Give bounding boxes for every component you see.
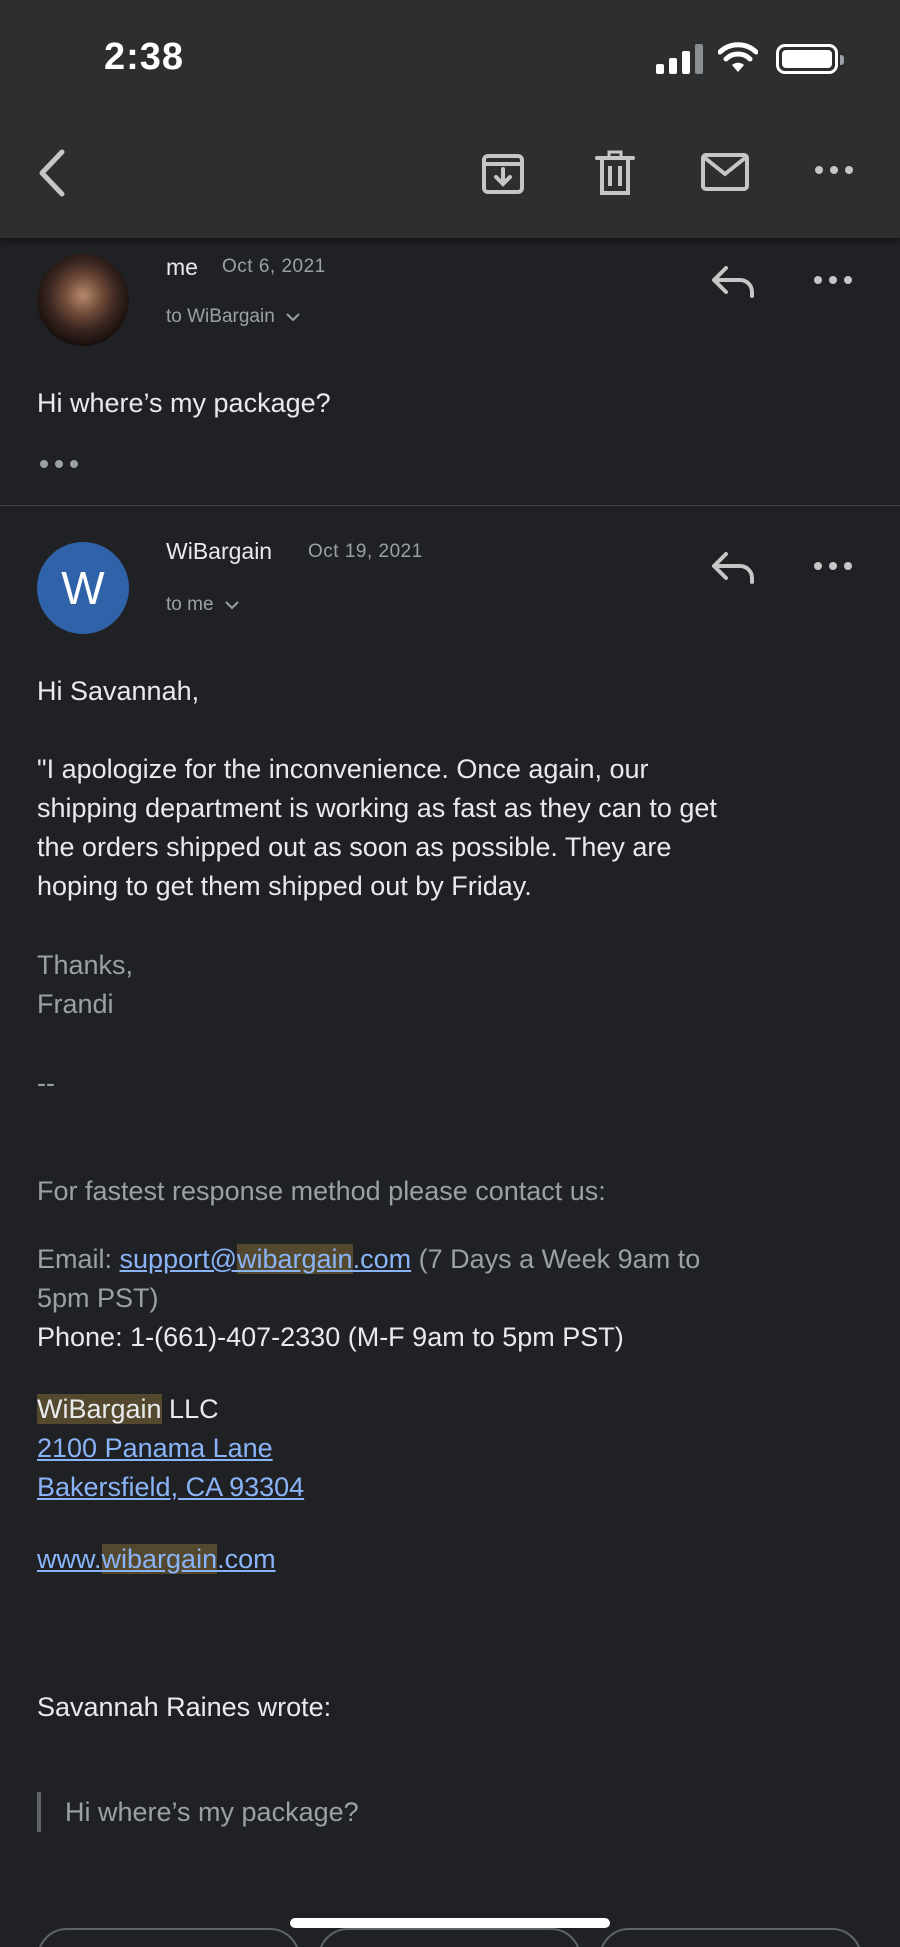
paragraph-line: shipping department is working as fast a…: [37, 793, 717, 823]
company-suffix: LLC: [161, 1394, 219, 1424]
status-time: 2:38: [104, 36, 185, 78]
paragraph-line: "I apologize for the inconvenience. Once…: [37, 754, 649, 784]
email-hours: (7 Days a Week 9am to: [411, 1244, 701, 1274]
top-app-bar: 2:38: [0, 0, 900, 238]
greeting: Hi Savannah,: [37, 676, 200, 706]
more-horizontal-icon[interactable]: [814, 276, 852, 284]
contact-block: Email: support@wibargain.com (7 Days a W…: [37, 1240, 700, 1357]
more-horizontal-icon[interactable]: [814, 562, 852, 570]
home-indicator[interactable]: [290, 1918, 610, 1928]
email-hours-cont: 5pm PST): [37, 1283, 159, 1313]
sign-off: Thanks, Frandi: [37, 946, 133, 1024]
message-date: Oct 6, 2021: [222, 256, 326, 277]
website-link[interactable]: www.wibargain.com: [37, 1544, 276, 1574]
show-trimmed-icon[interactable]: [40, 460, 78, 468]
recipient-toggle[interactable]: to me: [166, 594, 240, 616]
reply-icon[interactable]: [710, 264, 756, 305]
sign-off-text: Thanks,: [37, 950, 134, 980]
address-line-1-link[interactable]: 2100 Panama Lane: [37, 1433, 273, 1463]
reply-button[interactable]: [37, 1928, 300, 1947]
reply-icon[interactable]: [710, 550, 756, 591]
paragraph-line: the orders shipped out as soon as possib…: [37, 832, 672, 862]
company-name-highlight: WiBargain: [37, 1394, 162, 1424]
cellular-signal-icon: [656, 44, 704, 74]
sender-name: me: [166, 254, 198, 280]
chevron-down-icon: [286, 313, 300, 322]
message-expanded: W WiBargain Oct 19, 2021 to me Hi Savann…: [0, 506, 900, 1947]
phone-line: Phone: 1-(661)-407-2330 (M-F 9am to 5pm …: [37, 1322, 624, 1352]
trash-icon[interactable]: [592, 148, 638, 198]
message-date: Oct 19, 2021: [308, 541, 423, 562]
quote-header: Savannah Raines wrote:: [37, 1692, 332, 1722]
contact-intro: For fastest response method please conta…: [37, 1176, 606, 1206]
chevron-left-icon[interactable]: [28, 146, 74, 200]
email-link-part: support@: [119, 1244, 237, 1274]
wifi-icon: [717, 42, 759, 79]
paragraph-line: hoping to get them shipped out by Friday…: [37, 871, 532, 901]
sender-name: WiBargain: [166, 538, 273, 564]
quoted-text: Hi where’s my package?: [37, 1792, 359, 1832]
website-line: www.wibargain.com: [37, 1540, 276, 1579]
avatar[interactable]: W: [37, 542, 129, 634]
chevron-down-icon: [224, 601, 239, 610]
battery-icon: [776, 44, 844, 74]
mail-icon[interactable]: [700, 152, 750, 192]
website-link-highlight: wibargain: [101, 1544, 218, 1574]
website-link-part: www.: [37, 1544, 102, 1574]
recipient-label: to WiBargain: [166, 306, 275, 327]
message-paragraph: "I apologize for the inconvenience. Once…: [37, 750, 717, 906]
signature-separator: --: [37, 1068, 55, 1098]
signature-name: Frandi: [37, 989, 114, 1019]
archive-icon[interactable]: [480, 150, 526, 196]
avatar[interactable]: [37, 254, 129, 346]
forward-button[interactable]: [599, 1928, 862, 1947]
website-link-part: .com: [217, 1544, 276, 1574]
more-horizontal-icon[interactable]: [812, 160, 856, 180]
message-collapsed: me Oct 6, 2021 to WiBargain Hi where’s m…: [0, 238, 900, 505]
message-snippet: Hi where’s my package?: [37, 388, 331, 418]
email-link[interactable]: support@wibargain.com: [119, 1244, 412, 1274]
reply-all-button[interactable]: [318, 1928, 581, 1947]
email-link-highlight: wibargain: [237, 1244, 353, 1274]
company-block: WiBargain LLC 2100 Panama Lane Bakersfie…: [37, 1390, 304, 1507]
email-link-part: .com: [352, 1244, 412, 1274]
recipient-toggle[interactable]: to WiBargain: [166, 306, 301, 328]
email-label: Email:: [37, 1244, 120, 1274]
recipient-label: to me: [166, 594, 214, 615]
address-line-2-link[interactable]: Bakersfield, CA 93304: [37, 1472, 304, 1502]
